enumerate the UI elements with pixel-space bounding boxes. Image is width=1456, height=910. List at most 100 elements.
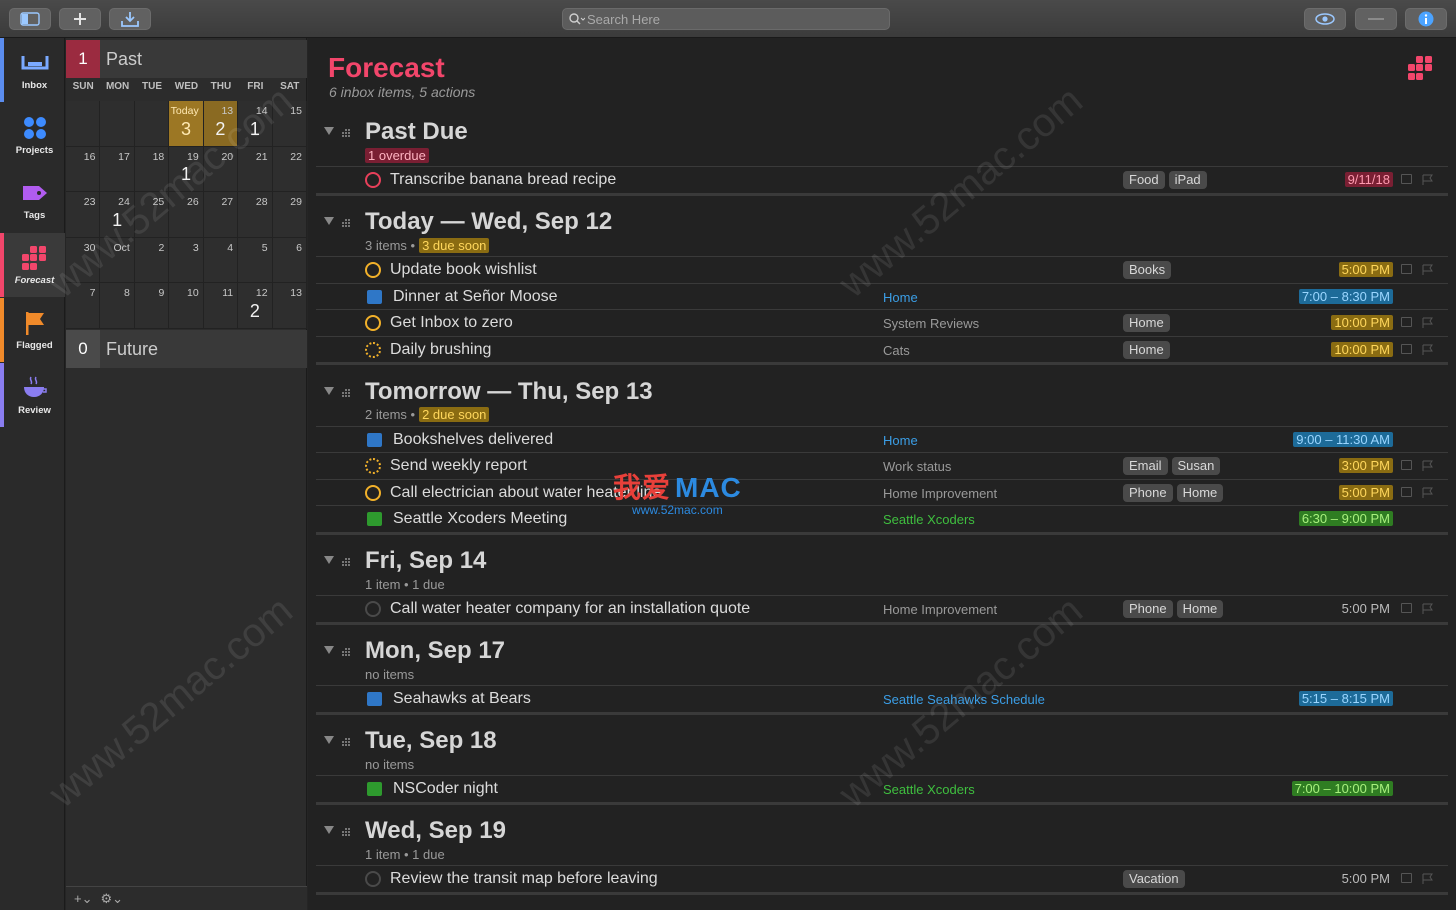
flag-icon[interactable]: [1422, 173, 1434, 185]
calendar-day[interactable]: 16: [66, 146, 101, 193]
action-title[interactable]: Call electrician about water heater line: [390, 484, 661, 502]
flag-icon[interactable]: [1422, 263, 1434, 275]
calendar-day[interactable]: [100, 101, 135, 147]
note-icon[interactable]: [1401, 486, 1412, 497]
calendar-day[interactable]: 6: [272, 237, 307, 284]
settings-menu-button[interactable]: ⚙⌄: [100, 891, 123, 907]
calendar-day[interactable]: [134, 101, 170, 147]
action-row[interactable]: Call water heater company for an install…: [316, 595, 1448, 622]
inspector-button[interactable]: [1405, 8, 1447, 30]
calendar-day[interactable]: 20: [203, 146, 239, 193]
calendar-day[interactable]: 9: [134, 283, 170, 329]
calendar-day[interactable]: 7: [66, 283, 101, 329]
calendar-day[interactable]: 8: [100, 283, 135, 329]
action-row[interactable]: Get Inbox to zero System Reviews Home 10:00…: [316, 309, 1448, 336]
tag-chip[interactable]: Books: [1123, 261, 1172, 279]
action-title[interactable]: Call water heater company for an install…: [390, 600, 750, 618]
tag-chip[interactable]: Phone: [1123, 600, 1173, 618]
tag-chip[interactable]: iPad: [1168, 171, 1207, 189]
calendar-day[interactable]: 19 1: [169, 146, 204, 193]
note-icon[interactable]: [1401, 343, 1412, 354]
sidebar-item-tags[interactable]: Tags: [4, 168, 65, 232]
action-row[interactable]: Daily brushing Cats Home 10:00 PM: [316, 335, 1448, 363]
action-row[interactable]: Transcribe banana bread recipe Food iPad 9/…: [316, 166, 1448, 193]
disclosure-triangle-icon[interactable]: [324, 826, 334, 834]
status-checkbox[interactable]: [365, 341, 381, 358]
flag-icon[interactable]: [1422, 872, 1434, 884]
calendar-day[interactable]: 22: [272, 146, 307, 193]
calendar-day[interactable]: 28: [238, 192, 273, 238]
calendar-day[interactable]: 5: [238, 237, 273, 284]
view-options-button[interactable]: [1304, 8, 1346, 30]
status-checkbox[interactable]: [365, 262, 381, 278]
tag-chip[interactable]: Home: [1123, 340, 1170, 359]
note-icon[interactable]: [1401, 873, 1412, 883]
past-band[interactable]: 1 Past: [66, 40, 307, 78]
action-title[interactable]: Transcribe banana bread recipe: [390, 171, 616, 189]
action-row[interactable]: Review the transit map before leaving Vac…: [316, 865, 1448, 892]
sidebar-item-forecast[interactable]: Forecast: [0, 233, 65, 297]
disclosure-triangle-icon[interactable]: [324, 736, 334, 744]
drag-handle-icon[interactable]: [340, 735, 350, 746]
flag-icon[interactable]: [1422, 316, 1434, 328]
toggle-sidebar-button[interactable]: [9, 8, 51, 30]
tag-chip[interactable]: Email: [1123, 457, 1168, 475]
action-row[interactable]: Call electrician about water heater line…: [316, 478, 1448, 506]
status-checkbox[interactable]: [365, 315, 381, 331]
note-icon[interactable]: [1401, 264, 1412, 274]
tag-chip[interactable]: Home: [1176, 600, 1224, 618]
action-title[interactable]: Get Inbox to zero: [390, 314, 513, 332]
tag-chip[interactable]: Food: [1123, 171, 1165, 189]
calendar-day[interactable]: 18: [134, 146, 170, 193]
sidebar-item-flagged[interactable]: Flagged: [0, 298, 65, 362]
sidebar-item-inbox[interactable]: Inbox: [0, 38, 65, 102]
calendar-day[interactable]: 23: [66, 192, 101, 238]
tag-chip[interactable]: Susan: [1171, 457, 1221, 475]
calendar-day[interactable]: 25: [134, 192, 170, 238]
calendar-day[interactable]: 29: [272, 192, 307, 238]
action-row[interactable]: Update book wishlist Books 5:00 PM: [316, 256, 1448, 283]
calendar-event-row[interactable]: Seahawks at Bears Seattle Seahawks Schedu…: [316, 685, 1448, 712]
future-band[interactable]: 0 Future: [66, 330, 307, 368]
calendar-day[interactable]: 26: [169, 192, 204, 238]
status-checkbox[interactable]: [365, 601, 381, 617]
disclosure-triangle-icon[interactable]: [324, 217, 334, 225]
action-title[interactable]: Review the transit map before leaving: [390, 870, 658, 888]
calendar-day[interactable]: 30: [66, 237, 101, 284]
calendar-day[interactable]: 11: [203, 283, 239, 329]
calendar-day[interactable]: 12 2: [238, 283, 273, 329]
calendar-day[interactable]: 17: [100, 146, 135, 193]
calendar-day[interactable]: 13 2: [203, 101, 239, 147]
calendar-day[interactable]: Oct: [100, 237, 135, 284]
search-field[interactable]: [562, 8, 890, 30]
drag-handle-icon[interactable]: [340, 126, 350, 137]
action-row[interactable]: Send weekly report Work status Email Susan 3…: [316, 452, 1448, 479]
note-icon[interactable]: [1401, 174, 1412, 184]
calendar-day[interactable]: 15: [272, 101, 307, 147]
note-icon[interactable]: [1401, 317, 1412, 327]
flag-icon[interactable]: [1422, 602, 1434, 614]
flag-icon[interactable]: [1422, 486, 1434, 498]
calendar-day[interactable]: 13: [272, 283, 307, 329]
calendar-event-row[interactable]: Seattle Xcoders Meeting Seattle Xcoders 6:…: [316, 505, 1448, 532]
calendar-day[interactable]: Today 3: [169, 101, 204, 147]
disclosure-triangle-icon[interactable]: [324, 386, 334, 395]
calendar-day[interactable]: 27: [203, 192, 239, 238]
action-title[interactable]: Daily brushing: [390, 341, 491, 359]
calendar-event-row[interactable]: NSCoder night Seattle Xcoders 7:00 – 10:00…: [316, 775, 1448, 802]
disclosure-triangle-icon[interactable]: [324, 646, 334, 654]
status-checkbox[interactable]: [365, 484, 381, 501]
status-checkbox[interactable]: [365, 871, 381, 887]
sidebar-item-projects[interactable]: Projects: [4, 103, 65, 167]
add-menu-button[interactable]: +⌄: [74, 891, 92, 907]
tag-chip[interactable]: Home: [1176, 483, 1224, 502]
drag-handle-icon[interactable]: [340, 386, 350, 397]
calendar-event-row[interactable]: Dinner at Señor Moose Home 7:00 – 8:30 PM: [316, 282, 1448, 310]
status-checkbox[interactable]: [365, 172, 381, 188]
quick-entry-button[interactable]: [109, 8, 151, 30]
calendar-day[interactable]: 2: [134, 237, 170, 284]
flag-icon[interactable]: [1422, 343, 1434, 355]
note-icon[interactable]: [1401, 460, 1412, 470]
calendar-event-row[interactable]: Bookshelves delivered Home 9:00 – 11:30 AM: [316, 425, 1448, 453]
calendar-day[interactable]: 10: [169, 283, 204, 329]
